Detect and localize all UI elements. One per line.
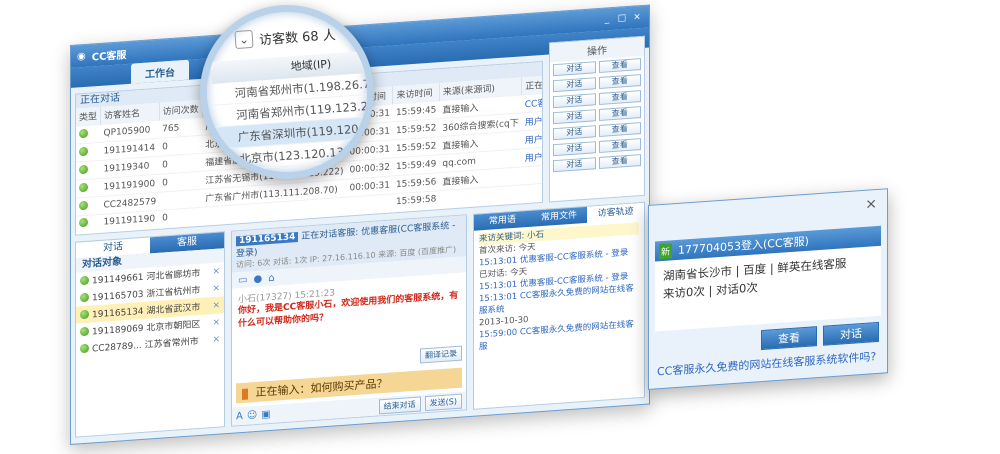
table-cell: 191191190 [100, 210, 160, 231]
table-cell: 0 [159, 207, 203, 227]
dialog-list: 对话 客服 对话对象 191149661 河北省廊坊市 × 191165703 浙江… [75, 231, 225, 438]
tab-workbench[interactable]: 工作台 [131, 59, 189, 84]
online-status-icon [80, 292, 89, 303]
app-title: CC客服 [91, 49, 127, 63]
view-action-button[interactable]: 查看 [598, 154, 641, 170]
typing-text: 正在输入：如何购买产品？ [255, 376, 388, 400]
user-icon[interactable]: ● [253, 273, 262, 285]
view-action-button[interactable]: 查看 [598, 58, 641, 74]
view-button[interactable]: 查看 [761, 326, 817, 351]
visitor-type-cell [76, 160, 101, 181]
lock-icon[interactable]: ⌂ [268, 272, 274, 283]
translate-record-button[interactable]: 翻译记录 [420, 345, 462, 364]
chat-button[interactable]: 对话 [823, 321, 879, 346]
view-action-button[interactable]: 查看 [598, 90, 641, 106]
operations-column: 操作 对话 查看 对话 查看 对话 查看 对话 查看 对话 查看 对话 查看 对话 查看 [549, 35, 645, 203]
close-icon[interactable]: × [212, 266, 220, 277]
chevron-down-icon[interactable]: ⌄ [234, 29, 254, 50]
chat-action-button[interactable]: 对话 [553, 125, 596, 141]
magnifier-lens: ⌄ 访客数 68 人 地域(IP) 河南省郑州市(1.198.26.74) 河南省… [200, 5, 374, 179]
emoji-icon[interactable]: ☺ [247, 409, 257, 421]
online-status-icon [79, 182, 88, 192]
visitor-type-cell [76, 196, 101, 217]
chat-action-button[interactable]: 对话 [553, 77, 596, 93]
online-status-icon [79, 146, 88, 156]
close-icon[interactable]: × [212, 283, 220, 294]
visitor-type-cell [76, 142, 101, 163]
new-badge: 新 [659, 242, 673, 259]
visitor-type-cell [76, 214, 101, 233]
stage: ◉ CC客服 _ □ × 工作台 营销 正在对话 类型访客姓名访问次数地域(IP… [0, 0, 1000, 454]
end-chat-button[interactable]: 结束对话 [378, 395, 421, 414]
chat-panel: 191165134 正在对话客服: 优惠客服(CC客服系统 - 登录) 访问: … [231, 214, 467, 427]
chat-action-button[interactable]: 对话 [553, 141, 596, 157]
window-controls: _ □ × [601, 12, 643, 25]
send-button[interactable]: 发送(S) [424, 393, 462, 411]
visitor-track: 来访关键词: 小石 首次来访: 今天 15:13:01 优惠客服-CC客服系统 - … [474, 219, 644, 357]
online-status-icon [79, 164, 88, 174]
font-icon[interactable]: A [236, 410, 243, 421]
visitor-type-cell [76, 178, 101, 199]
chat-action-button[interactable]: 对话 [553, 109, 596, 125]
online-status-icon [80, 343, 89, 354]
view-action-button[interactable]: 查看 [598, 122, 641, 138]
online-status-icon [80, 309, 89, 320]
monitor-icon[interactable]: ▭ [238, 274, 247, 286]
info-panel: 常用语 常用文件 访客轨迹 来访关键词: 小石 首次来访: 今天 15:13:01 … [473, 201, 645, 410]
image-icon[interactable]: ▣ [261, 408, 270, 420]
new-visitor-popup: × 新 177704053登入(CC客服) 湖南省长沙市 | 百度 | 鲜英在线… [648, 188, 888, 390]
online-status-icon [79, 200, 88, 210]
table-cell [346, 193, 393, 214]
view-action-button[interactable]: 查看 [598, 138, 641, 154]
minimize-icon[interactable]: _ [601, 14, 613, 25]
view-action-button[interactable]: 查看 [598, 106, 641, 122]
chat-action-button[interactable]: 对话 [553, 157, 596, 173]
app-logo-icon: ◉ [77, 50, 86, 63]
chat-action-button[interactable]: 对话 [553, 93, 596, 109]
close-icon[interactable]: × [865, 196, 877, 213]
close-icon[interactable]: × [631, 12, 643, 23]
maximize-icon[interactable]: □ [616, 13, 628, 24]
magnifier-content: ⌄ 访客数 68 人 地域(IP) 河南省郑州市(1.198.26.74) 河南省… [207, 12, 367, 172]
magnifier-header: ⌄ 访客数 68 人 [207, 12, 367, 54]
chat-visitor-id: 191165134 [236, 232, 299, 247]
visitor-type-cell [76, 124, 101, 145]
view-action-button[interactable]: 查看 [598, 74, 641, 90]
typing-bar [242, 388, 248, 400]
close-icon[interactable]: × [212, 334, 220, 345]
online-status-icon [79, 128, 88, 138]
close-icon[interactable]: × [212, 317, 220, 328]
online-status-icon [80, 326, 89, 337]
visitor-count: 访客数 68 人 [258, 27, 337, 48]
chat-action-button[interactable]: 对话 [553, 61, 596, 77]
online-status-icon [79, 217, 88, 228]
table-cell: 15:59:58 [392, 190, 440, 211]
online-status-icon [80, 275, 89, 286]
close-icon[interactable]: × [212, 300, 220, 311]
column-header[interactable]: 类型 [76, 106, 101, 127]
